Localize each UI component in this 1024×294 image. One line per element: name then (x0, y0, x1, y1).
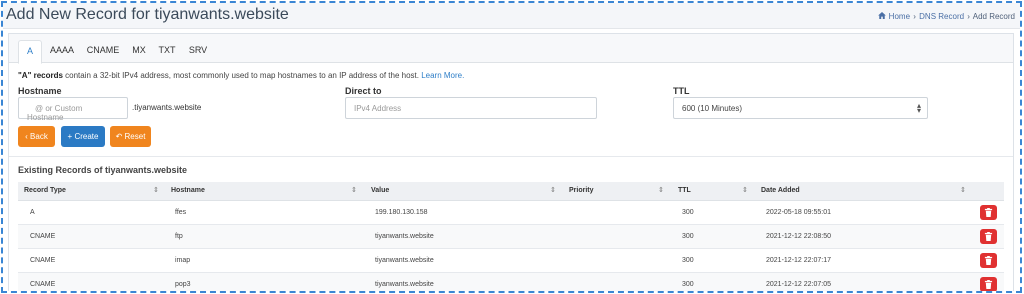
sort-icon[interactable]: ⇕ (550, 186, 556, 194)
column-header-ttl[interactable]: TTL (678, 187, 691, 194)
cell-value: tiyanwants.website (375, 233, 434, 240)
title-bar: Add New Record for tiyanwants.website Ho… (3, 3, 1020, 29)
table-row: A ffes 199.180.130.158 300 2022-05-18 09… (18, 201, 1004, 225)
cell-date-added: 2021-12-12 22:08:50 (766, 233, 831, 240)
tab-aaaa[interactable]: AAAA (47, 40, 77, 63)
learn-more-link[interactable]: Learn More. (421, 71, 464, 80)
tab-txt[interactable]: TXT (155, 40, 179, 63)
plus-icon: + (67, 132, 73, 141)
tab-mx[interactable]: MX (128, 40, 150, 63)
sort-icon[interactable]: ⇕ (742, 186, 748, 194)
chevron-left-icon: ‹ (25, 132, 28, 141)
direct-to-input[interactable]: IPv4 Address (345, 97, 597, 119)
breadcrumb-dns-record[interactable]: DNS Record (919, 12, 964, 21)
sort-icon[interactable]: ⇕ (351, 186, 357, 194)
direct-to-label: Direct to (345, 86, 382, 96)
delete-record-button[interactable] (980, 205, 997, 220)
cell-value: 199.180.130.158 (375, 209, 428, 216)
cell-ttl: 300 (682, 209, 694, 216)
breadcrumb-home[interactable]: Home (889, 12, 910, 21)
cell-value: tiyanwants.website (375, 281, 434, 288)
hostname-suffix: .tiyanwants.website (132, 103, 202, 112)
delete-record-button[interactable] (980, 253, 997, 268)
section-divider (9, 156, 1013, 157)
chevron-right-icon: › (913, 12, 916, 21)
select-arrows-icon: ▴ ▾ (916, 101, 921, 115)
direct-to-placeholder: IPv4 Address (354, 104, 402, 113)
cell-hostname: imap (175, 257, 191, 264)
cell-hostname: pop3 (175, 281, 191, 288)
cell-record-type: CNAME (30, 281, 56, 288)
sort-icon[interactable]: ⇕ (658, 186, 664, 194)
record-type-tabs: A AAAA CNAME MX TXT SRV (9, 34, 1013, 64)
existing-records-title: Existing Records of tiyanwants.website (18, 165, 188, 175)
column-header-hostname[interactable]: Hostname (171, 187, 205, 194)
record-description: "A" records contain a 32-bit IPv4 addres… (18, 71, 464, 80)
chevron-right-icon: › (967, 12, 970, 21)
column-header-record-type[interactable]: Record Type (24, 187, 66, 194)
column-header-value[interactable]: Value (371, 187, 389, 194)
cell-value: tiyanwants.website (375, 257, 434, 264)
ttl-label: TTL (673, 86, 690, 96)
cell-hostname: ftp (175, 233, 183, 240)
breadcrumb-current: Add Record (972, 12, 1015, 21)
delete-record-button[interactable] (980, 229, 997, 244)
trash-icon (984, 208, 993, 217)
back-button[interactable]: ‹ Back (18, 126, 55, 147)
page-frame: Add New Record for tiyanwants.website Ho… (1, 1, 1022, 293)
hostname-placeholder: @ or Custom Hostname (27, 104, 83, 122)
cell-hostname: ffes (175, 209, 187, 216)
cell-record-type: CNAME (30, 257, 56, 264)
table-row: CNAME ftp tiyanwants.website 300 2021-12… (18, 225, 1004, 249)
column-header-priority[interactable]: Priority (569, 187, 594, 194)
table-row: CNAME imap tiyanwants.website 300 2021-1… (18, 249, 1004, 273)
delete-record-button[interactable] (980, 277, 997, 291)
trash-icon (984, 232, 993, 241)
records-table-header: Record Type ⇕ Hostname ⇕ Value ⇕ Priorit… (18, 182, 1004, 201)
home-icon[interactable] (878, 12, 888, 21)
tab-a[interactable]: A (18, 40, 42, 64)
create-button-label: Create (74, 132, 99, 141)
create-button[interactable]: + Create (61, 126, 105, 147)
tab-srv[interactable]: SRV (185, 40, 211, 63)
tab-cname[interactable]: CNAME (83, 40, 123, 63)
cell-ttl: 300 (682, 233, 694, 240)
cell-record-type: CNAME (30, 233, 56, 240)
cell-date-added: 2022-05-18 09:55:01 (766, 209, 831, 216)
breadcrumb: Home › DNS Record › Add Record (878, 12, 1015, 21)
hostname-label: Hostname (18, 86, 62, 96)
reset-button[interactable]: ↶ Reset (110, 126, 151, 147)
sort-icon[interactable]: ⇕ (960, 186, 966, 194)
cell-record-type: A (30, 209, 35, 216)
undo-icon: ↶ (115, 132, 123, 141)
reset-button-label: Reset (124, 132, 146, 141)
description-bold: "A" records (18, 71, 63, 80)
ttl-selected-value: 600 (10 Minutes) (682, 104, 743, 113)
record-card: A AAAA CNAME MX TXT SRV "A" records cont… (8, 33, 1014, 291)
cell-ttl: 300 (682, 281, 694, 288)
column-header-date-added[interactable]: Date Added (761, 187, 800, 194)
cell-ttl: 300 (682, 257, 694, 264)
table-row: CNAME pop3 tiyanwants.website 300 2021-1… (18, 273, 1004, 291)
cell-date-added: 2021-12-12 22:07:17 (766, 257, 831, 264)
trash-icon (984, 280, 993, 289)
cell-date-added: 2021-12-12 22:07:05 (766, 281, 831, 288)
back-button-label: Back (30, 132, 48, 141)
ttl-select[interactable]: 600 (10 Minutes) ▴ ▾ (673, 97, 928, 119)
page-title: Add New Record for tiyanwants.website (6, 6, 289, 23)
sort-icon[interactable]: ⇕ (153, 186, 159, 194)
description-text: contain a 32-bit IPv4 address, most comm… (62, 71, 422, 80)
trash-icon (984, 256, 993, 265)
hostname-input[interactable]: @ or Custom Hostname (18, 97, 128, 122)
